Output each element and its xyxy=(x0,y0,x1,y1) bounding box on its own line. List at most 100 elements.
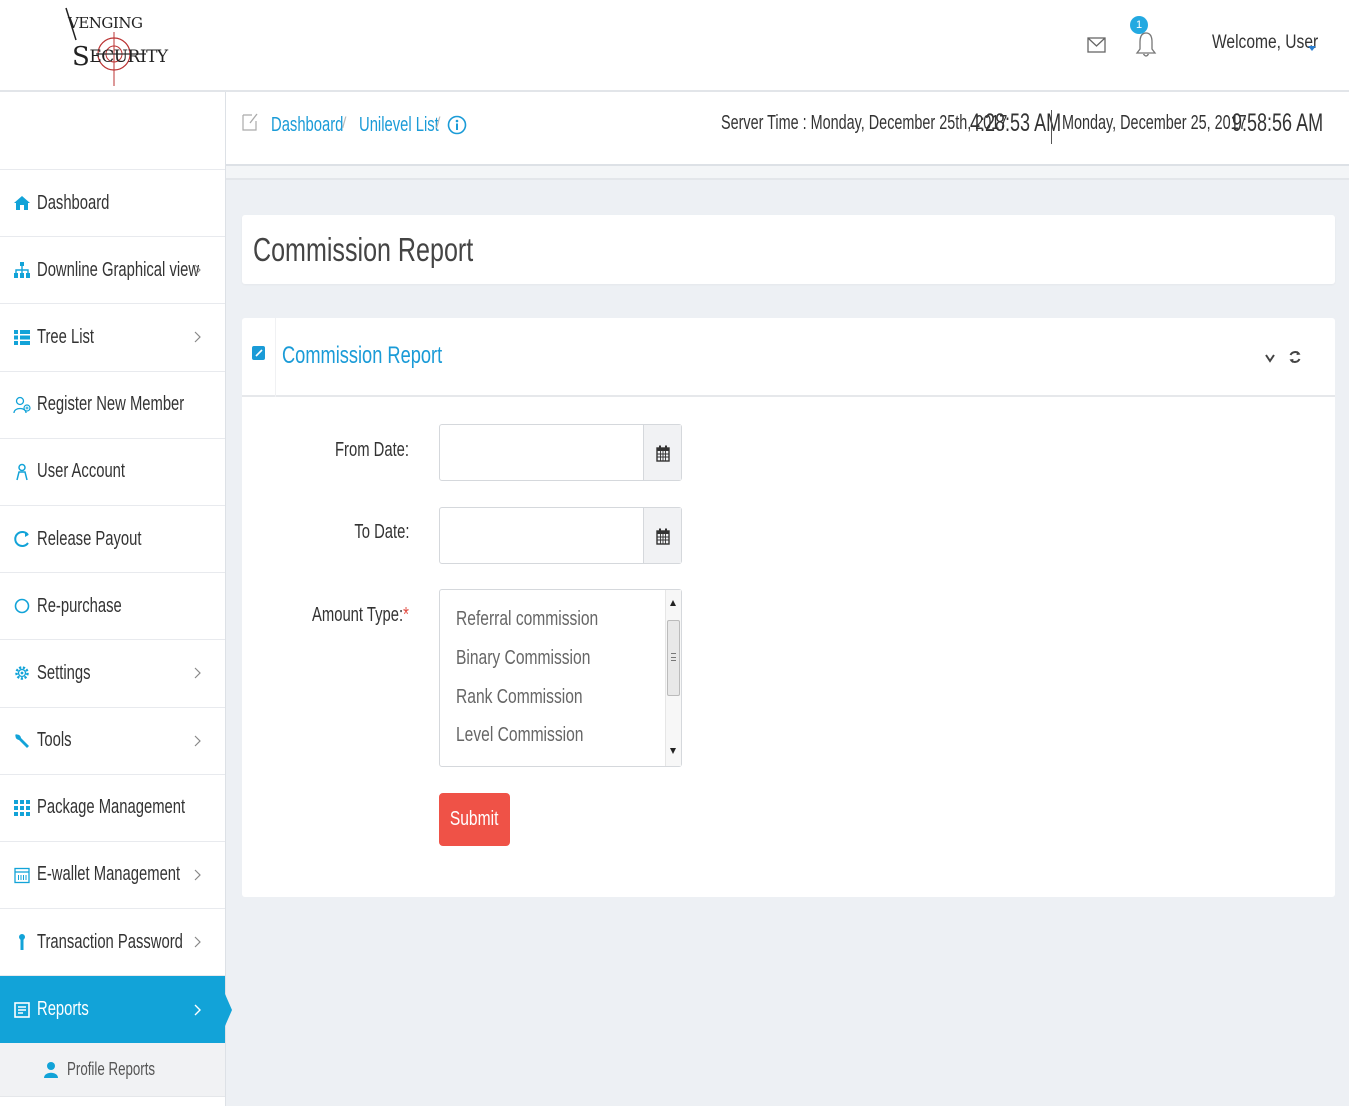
sidebar-item-label: Register New Member xyxy=(37,393,185,416)
sidebar-item-user-account[interactable]: User Account xyxy=(0,439,225,506)
info-icon[interactable] xyxy=(447,115,467,135)
list-icon xyxy=(14,330,30,346)
select-scrollbar[interactable] xyxy=(665,590,681,766)
chevron-right-icon xyxy=(194,1004,201,1016)
notification-badge: 1 xyxy=(1130,16,1148,34)
sidebar-subitem-label: Profile Reports xyxy=(67,1059,156,1080)
commission-report-panel: Commission Report From Date: To Date: Am… xyxy=(242,318,1335,897)
local-date: Monday, December 25, 2017 xyxy=(1062,112,1247,134)
scroll-up-arrow-icon[interactable] xyxy=(670,600,676,606)
sidebar-item-label: E-wallet Management xyxy=(37,863,181,886)
from-date-calendar-button[interactable] xyxy=(643,425,681,480)
sidebar-item-tools[interactable]: Tools xyxy=(0,708,225,775)
user-add-icon xyxy=(13,396,31,413)
page-title-card: Commission Report xyxy=(242,215,1335,284)
sidebar-item-register-new-member[interactable]: Register New Member xyxy=(0,372,225,439)
from-date-input[interactable] xyxy=(440,425,643,480)
chevron-down-icon[interactable] xyxy=(1264,352,1276,364)
panel-title: Commission Report xyxy=(282,342,443,369)
home-icon xyxy=(14,196,30,211)
sidebar-item-label: User Account xyxy=(37,460,126,483)
sidebar-item-release-payout[interactable]: Release Payout xyxy=(0,506,225,574)
sidebar: Dashboard Downline Graphical view Tree L… xyxy=(0,92,232,1106)
sidebar-item-package-management[interactable]: Package Management xyxy=(0,775,225,842)
sidebar-item-label: Reports xyxy=(37,998,89,1021)
calendar-icon xyxy=(655,445,670,462)
scroll-thumb[interactable] xyxy=(667,620,680,696)
sidebar-item-dashboard[interactable]: Dashboard xyxy=(0,170,225,238)
calendar-icon xyxy=(14,867,30,884)
breadcrumb-separator: / xyxy=(436,115,441,132)
amount-type-option[interactable]: Rank Commission xyxy=(456,686,583,709)
sidebar-item-label: Tree List xyxy=(37,325,95,348)
amount-type-label-text: Amount Type: xyxy=(312,604,404,626)
logo-text-line2: SECURITY xyxy=(72,42,168,72)
sidebar-item-label: Package Management xyxy=(37,796,186,819)
amount-type-option[interactable]: Binary Commission xyxy=(456,647,590,670)
chevron-right-icon xyxy=(194,936,201,948)
notification-bell[interactable]: 1 xyxy=(1130,16,1166,62)
logo[interactable]: VENGING SECURITY xyxy=(62,4,168,88)
wrench-icon xyxy=(15,733,29,748)
sidebar-item-label: Settings xyxy=(37,661,91,684)
sidebar-item-label: Downline Graphical view xyxy=(37,258,200,281)
caret-down-icon[interactable] xyxy=(1308,46,1316,51)
sidebar-item-transaction-password[interactable]: Transaction Password xyxy=(0,909,225,977)
refresh-icon[interactable] xyxy=(1288,349,1302,365)
required-asterisk: * xyxy=(403,604,409,626)
key-icon xyxy=(19,934,25,951)
to-date-label: To Date: xyxy=(353,521,409,543)
mail-icon[interactable] xyxy=(1086,34,1108,56)
grid-icon xyxy=(14,799,30,816)
breadcrumb-unilevel-list-link[interactable]: Unilevel List xyxy=(359,114,439,137)
amount-type-option[interactable]: Referral commission xyxy=(456,608,598,631)
time-divider xyxy=(1051,110,1052,144)
refresh-icon xyxy=(14,531,29,548)
breadcrumb-bar: Dashboard / Unilevel List / Server Time … xyxy=(226,92,1349,166)
welcome-user-menu[interactable]: Welcome, User xyxy=(1212,32,1318,54)
edit-square-icon xyxy=(252,346,265,360)
from-date-label: From Date: xyxy=(334,439,409,461)
panel-header: Commission Report xyxy=(242,318,1335,397)
amount-type-label: Amount Type:* xyxy=(312,604,409,627)
chevron-right-icon xyxy=(194,332,201,343)
report-icon xyxy=(14,1002,30,1018)
from-date-group xyxy=(439,424,682,481)
circle-icon xyxy=(14,598,30,614)
local-clock: 9:58:56 AM xyxy=(1232,109,1324,137)
amount-type-select[interactable]: Referral commission Binary Commission Ra… xyxy=(439,589,682,767)
logo-text-line2-rest: ECURITY xyxy=(89,47,168,67)
to-date-group xyxy=(439,507,682,564)
calendar-icon xyxy=(655,528,670,545)
sidebar-item-tree-list[interactable]: Tree List xyxy=(0,304,225,372)
top-header: VENGING SECURITY 1 Welcome, User xyxy=(0,0,1349,92)
sidebar-subitem-profile-reports[interactable]: Profile Reports xyxy=(0,1043,225,1098)
submit-button[interactable]: Submit xyxy=(439,793,510,846)
page-title: Commission Report xyxy=(253,231,474,268)
sidebar-item-label: Tools xyxy=(37,729,72,752)
sidebar-item-settings[interactable]: Settings xyxy=(0,640,225,708)
logo-text-line1: VENGING xyxy=(68,14,143,32)
gear-icon xyxy=(15,666,29,681)
user-icon xyxy=(16,463,28,481)
to-date-input[interactable] xyxy=(440,508,643,563)
sidebar-item-label: Release Payout xyxy=(37,527,142,550)
scroll-down-arrow-icon[interactable] xyxy=(670,748,676,754)
breadcrumb-separator: / xyxy=(342,115,347,132)
chevron-right-icon xyxy=(194,869,201,881)
sidebar-item-reports[interactable]: Reports xyxy=(0,976,232,1044)
chevron-right-icon xyxy=(194,264,201,276)
sidebar-item-downline-graphical-view[interactable]: Downline Graphical view xyxy=(0,237,225,305)
sidebar-item-re-purchase[interactable]: Re-purchase xyxy=(0,573,225,641)
sidebar-item-label: Re-purchase xyxy=(37,594,122,617)
chevron-right-icon xyxy=(194,735,201,747)
sitemap-icon xyxy=(14,262,30,279)
server-time-label: Server Time : Monday, December 25th, 201… xyxy=(721,112,1008,134)
to-date-calendar-button[interactable] xyxy=(643,508,681,563)
amount-type-option[interactable]: Level Commission xyxy=(456,724,583,747)
bell-icon xyxy=(1135,32,1157,57)
server-clock: 4:28:53 AM xyxy=(970,109,1062,137)
sidebar-item-e-wallet-management[interactable]: E-wallet Management xyxy=(0,842,225,910)
sidebar-item-label: Transaction Password xyxy=(37,930,183,953)
breadcrumb-dashboard-link[interactable]: Dashboard xyxy=(271,114,343,137)
